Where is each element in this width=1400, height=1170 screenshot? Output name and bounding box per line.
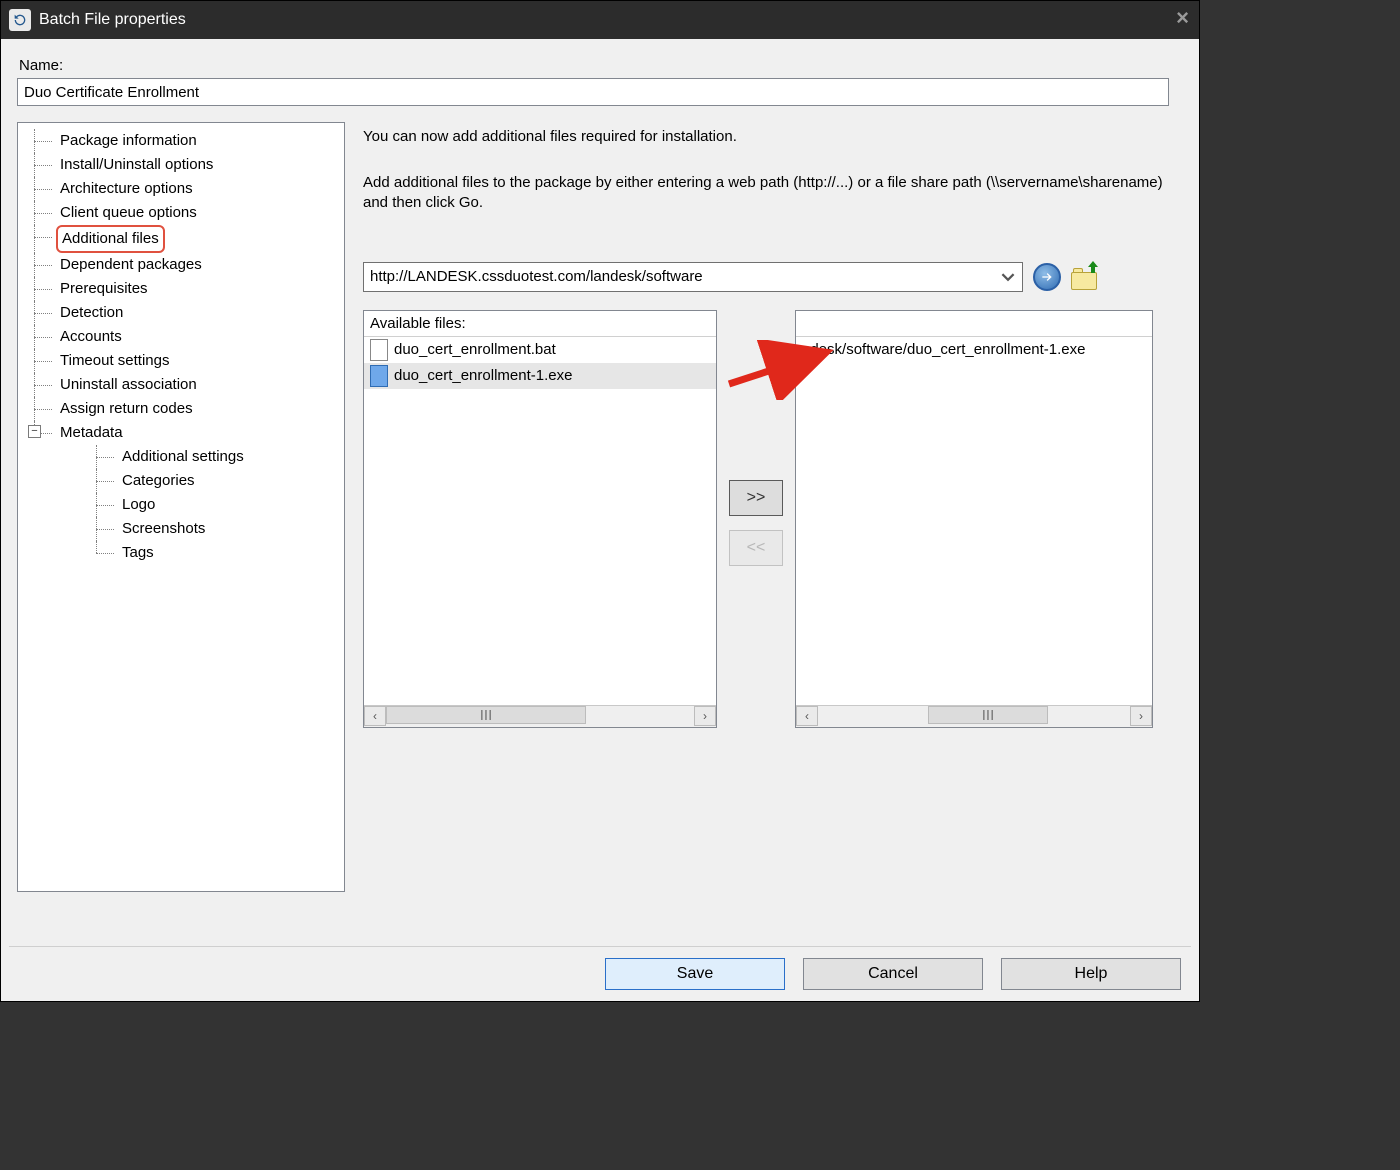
tree-item-install-uninstall-options[interactable]: Install/Uninstall options (22, 153, 340, 177)
horizontal-scrollbar[interactable]: ‹ III › (796, 705, 1152, 727)
tree-item-screenshots[interactable]: Screenshots (90, 517, 340, 541)
window-title: Batch File properties (39, 11, 186, 29)
tree-item-timeout-settings[interactable]: Timeout settings (22, 349, 340, 373)
content-pane: You can now add additional files require… (363, 122, 1183, 946)
tree-item-accounts[interactable]: Accounts (22, 325, 340, 349)
dialog-body: Name: Package information Install/Uninst… (1, 39, 1199, 946)
intro-text-1: You can now add additional files require… (363, 128, 1183, 145)
titlebar: Batch File properties × (1, 1, 1199, 39)
tree-item-detection[interactable]: Detection (22, 301, 340, 325)
scroll-track[interactable]: III (818, 706, 1130, 726)
tree-item-dependent-packages[interactable]: Dependent packages (22, 253, 340, 277)
file-icon (370, 339, 388, 361)
list-item[interactable]: duo_cert_enrollment-1.exe (364, 363, 716, 389)
tree-item-additional-settings[interactable]: Additional settings (90, 445, 340, 469)
tree-item-additional-files[interactable]: Additional files (22, 225, 340, 253)
file-name: duo_cert_enrollment.bat (394, 341, 556, 358)
go-button[interactable] (1033, 263, 1061, 291)
selected-files-header (796, 311, 1152, 337)
tree-item-client-queue-options[interactable]: Client queue options (22, 201, 340, 225)
tree-item-package-information[interactable]: Package information (22, 129, 340, 153)
cancel-button[interactable]: Cancel (803, 958, 983, 990)
file-icon (370, 365, 388, 387)
scroll-left-icon[interactable]: ‹ (364, 706, 386, 726)
scroll-thumb[interactable]: III (928, 706, 1048, 724)
path-combobox[interactable]: http://LANDESK.cssduotest.com/landesk/so… (363, 262, 1023, 292)
help-button[interactable]: Help (1001, 958, 1181, 990)
list-item[interactable]: ndesk/software/duo_cert_enrollment-1.exe (796, 337, 1152, 363)
save-button[interactable]: Save (605, 958, 785, 990)
file-name: duo_cert_enrollment-1.exe (394, 367, 572, 384)
scroll-right-icon[interactable]: › (694, 706, 716, 726)
chevron-down-icon[interactable] (996, 265, 1020, 289)
selected-files-list[interactable]: ndesk/software/duo_cert_enrollment-1.exe… (795, 310, 1153, 728)
close-icon[interactable]: × (1176, 5, 1189, 31)
name-label: Name: (19, 57, 1183, 74)
app-icon (9, 9, 31, 31)
horizontal-scrollbar[interactable]: ‹ III › (364, 705, 716, 727)
tree-item-categories[interactable]: Categories (90, 469, 340, 493)
scroll-thumb[interactable]: III (386, 706, 586, 724)
scroll-right-icon[interactable]: › (1130, 706, 1152, 726)
available-files-header: Available files: (364, 311, 716, 337)
dialog-window: Batch File properties × Name: Package in… (0, 0, 1200, 1002)
tree-item-assign-return-codes[interactable]: Assign return codes (22, 397, 340, 421)
scroll-left-icon[interactable]: ‹ (796, 706, 818, 726)
path-value: http://LANDESK.cssduotest.com/landesk/so… (370, 268, 703, 285)
add-file-button[interactable]: >> (729, 480, 783, 516)
nav-tree[interactable]: Package information Install/Uninstall op… (17, 122, 345, 892)
tree-item-metadata[interactable]: − Metadata Additional settings Categorie… (22, 421, 340, 565)
available-files-list[interactable]: Available files: duo_cert_enrollment.bat… (363, 310, 717, 728)
intro-text-2: Add additional files to the package by e… (363, 173, 1183, 214)
scroll-track[interactable]: III (386, 706, 694, 726)
tree-item-logo[interactable]: Logo (90, 493, 340, 517)
tree-item-architecture-options[interactable]: Architecture options (22, 177, 340, 201)
browse-up-button[interactable] (1071, 264, 1099, 290)
file-path: ndesk/software/duo_cert_enrollment-1.exe (802, 341, 1086, 358)
name-input[interactable] (17, 78, 1169, 106)
dialog-buttons: Save Cancel Help (1, 947, 1199, 1001)
collapse-icon[interactable]: − (28, 425, 41, 438)
tree-item-prerequisites[interactable]: Prerequisites (22, 277, 340, 301)
remove-file-button: << (729, 530, 783, 566)
tree-item-uninstall-association[interactable]: Uninstall association (22, 373, 340, 397)
transfer-buttons: >> << (729, 480, 783, 566)
tree-item-tags[interactable]: Tags (90, 541, 340, 565)
list-item[interactable]: duo_cert_enrollment.bat (364, 337, 716, 363)
